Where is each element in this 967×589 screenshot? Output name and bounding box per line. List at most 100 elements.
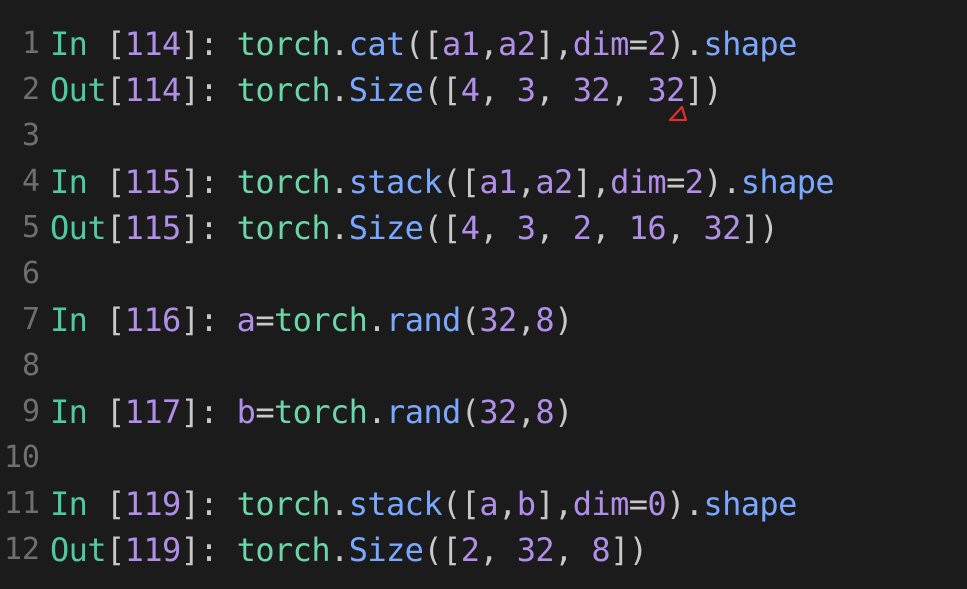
code-token: shape	[703, 25, 797, 63]
code-token: .	[367, 301, 387, 339]
line-number: 9	[21, 394, 40, 429]
code-token: =	[628, 25, 648, 63]
code-token: ])	[740, 209, 779, 247]
code-token: ([	[442, 485, 480, 523]
code-line[interactable]: 8	[0, 343, 967, 389]
line-number: 8	[21, 348, 40, 383]
code-line[interactable]: 12 Out[119]: torch.Size([2, 32, 8])	[0, 527, 967, 573]
line-number: 4	[21, 164, 40, 199]
code-token: stack	[348, 485, 443, 523]
code-token: In	[50, 163, 106, 201]
line-number: 2	[21, 72, 40, 107]
code-token: torch	[274, 393, 368, 431]
code-line[interactable]: 11 In [119]: torch.stack([a,b],dim=0).sha…	[0, 481, 967, 527]
code-token: ],	[535, 485, 573, 523]
code-token: .	[330, 163, 349, 201]
code-token: (	[460, 301, 480, 339]
code-token: 8	[535, 301, 555, 339]
code-token: torch	[236, 531, 331, 569]
code-line[interactable]: 6	[0, 251, 967, 297]
code-token: [	[106, 531, 125, 569]
code-token: torch	[236, 71, 331, 109]
code-token: 2	[460, 531, 480, 569]
code-token: ,	[610, 71, 648, 109]
code-token: [	[106, 485, 125, 523]
code-token: 8	[591, 531, 611, 569]
code-token: ).	[666, 485, 704, 523]
code-line[interactable]: 3	[0, 113, 967, 159]
code-token: In	[50, 25, 106, 63]
code-token: 32	[479, 393, 517, 431]
code-editor[interactable]: 1 In [114]: torch.cat([a1,a2],dim=2).shap…	[0, 0, 967, 589]
code-token: )	[554, 393, 573, 431]
code-line[interactable]: 4 In [115]: torch.stack([a1,a2],dim=2).sh…	[0, 159, 967, 205]
code-token: [	[106, 163, 125, 201]
code-text: Out[114]: torch.Size([4, 3, 32, 32])	[50, 67, 723, 113]
code-token: ([	[442, 163, 480, 201]
code-token: Size	[348, 71, 424, 109]
code-token: 4	[460, 71, 480, 109]
code-token: rand	[386, 393, 461, 431]
code-token: .	[330, 531, 349, 569]
code-token: (	[460, 393, 480, 431]
code-token: 119	[124, 531, 182, 569]
code-line[interactable]: 5 Out[115]: torch.Size([4, 3, 2, 16, 32])	[0, 205, 967, 251]
red-triangle-marker-icon	[668, 105, 688, 122]
code-token: ])	[610, 531, 648, 569]
code-token: b	[516, 485, 536, 523]
line-number: 3	[21, 118, 40, 153]
code-token: 115	[124, 163, 182, 201]
code-token: )	[554, 301, 573, 339]
code-line[interactable]: 7 In [116]: a=torch.rand(32,8)	[0, 297, 967, 343]
code-token: torch	[236, 25, 331, 63]
code-token: 117	[124, 393, 182, 431]
code-token: ([	[404, 25, 443, 63]
code-token: ([	[423, 209, 461, 247]
code-token: 32	[572, 71, 611, 109]
code-token: Size	[348, 209, 424, 247]
code-token: Out	[50, 209, 107, 247]
code-token: [	[106, 209, 125, 247]
code-token: [	[106, 71, 125, 109]
code-token: 0	[647, 485, 667, 523]
code-text: In [116]: a=torch.rand(32,8)	[50, 297, 573, 343]
code-token: 115	[124, 209, 182, 247]
code-token: .	[367, 393, 387, 431]
code-token: torch	[236, 209, 331, 247]
code-token: ,	[535, 71, 573, 109]
code-line[interactable]: 9 In [117]: b=torch.rand(32,8)	[0, 389, 967, 435]
code-token: 3	[516, 71, 536, 109]
code-token: 32	[516, 531, 555, 569]
code-line[interactable]: 2 Out[114]: torch.Size([4, 3, 32, 32])	[0, 67, 967, 113]
code-text: Out[115]: torch.Size([4, 3, 2, 16, 32])	[50, 205, 779, 251]
code-token: ,	[535, 209, 573, 247]
code-token: 116	[124, 301, 182, 339]
code-token: =	[255, 393, 275, 431]
code-token: ]:	[180, 25, 237, 63]
line-number: 7	[21, 302, 40, 337]
code-token: ],	[572, 163, 611, 201]
code-token: torch	[236, 163, 331, 201]
code-text: Out[119]: torch.Size([2, 32, 8])	[50, 527, 648, 573]
code-text: In [117]: b=torch.rand(32,8)	[50, 389, 573, 435]
code-token: In	[50, 393, 106, 431]
code-token: cat	[348, 25, 406, 63]
code-token: =	[628, 485, 648, 523]
code-token: 114	[124, 71, 182, 109]
code-line[interactable]: 10	[0, 435, 967, 481]
code-token: ]:	[180, 485, 237, 523]
line-number: 12	[3, 532, 40, 567]
code-line[interactable]: 1 In [114]: torch.cat([a1,a2],dim=2).shap…	[0, 21, 967, 67]
line-number: 1	[21, 26, 40, 61]
code-token: 2	[572, 209, 592, 247]
code-token: ],	[535, 25, 573, 63]
code-token: ]:	[180, 163, 237, 201]
code-token: Out	[50, 71, 107, 109]
code-token: ,	[479, 25, 499, 63]
code-token: ]:	[180, 209, 237, 247]
code-token: .	[330, 209, 349, 247]
code-token: ,	[516, 163, 536, 201]
code-token: ,	[516, 393, 536, 431]
code-token: 8	[535, 393, 555, 431]
code-token: shape	[740, 163, 835, 201]
